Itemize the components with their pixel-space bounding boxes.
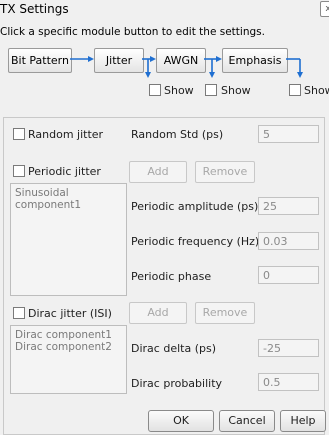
random-jitter-checkbox[interactable] <box>13 128 25 140</box>
periodic-phase-label: Periodic phase <box>131 270 212 283</box>
random-std-input[interactable]: 5 <box>258 125 319 143</box>
periodic-add-button[interactable]: Add <box>129 161 187 183</box>
random-std-label: Random Std (ps) <box>131 128 224 141</box>
dirac-add-button[interactable]: Add <box>129 302 187 324</box>
periodic-phase-input[interactable]: 0 <box>258 266 319 284</box>
list-item[interactable]: Dirac component2 <box>15 341 122 353</box>
show-awgn-checkbox[interactable] <box>205 84 217 96</box>
dirac-jitter-checkbox[interactable] <box>13 307 25 319</box>
ok-button[interactable]: OK <box>148 410 214 432</box>
show-jitter-checkbox[interactable] <box>149 84 161 96</box>
show-emphasis-label: Show <box>304 84 329 97</box>
periodic-remove-button[interactable]: Remove <box>195 161 255 183</box>
dirac-probability-label: Dirac probability <box>131 377 223 390</box>
periodic-jitter-label: Periodic jitter <box>28 165 101 178</box>
random-jitter-label: Random jitter <box>28 128 104 141</box>
periodic-frequency-label: Periodic frequency (Hz) <box>131 235 260 248</box>
dirac-delta-label: Dirac delta (ps) <box>131 342 216 355</box>
periodic-amplitude-input[interactable]: 25 <box>258 197 319 215</box>
list-item[interactable]: Sinusoidal component1 <box>15 187 122 211</box>
periodic-jitter-checkbox[interactable] <box>13 165 25 177</box>
dirac-probability-input[interactable]: 0.5 <box>258 373 319 391</box>
show-emphasis-checkbox[interactable] <box>289 84 301 96</box>
dirac-delta-input[interactable]: -25 <box>258 339 319 357</box>
periodic-amplitude-label: Periodic amplitude (ps) <box>131 200 259 213</box>
dirac-remove-button[interactable]: Remove <box>195 302 255 324</box>
cancel-button[interactable]: Cancel <box>219 410 275 432</box>
show-jitter-label: Show <box>164 84 194 97</box>
show-awgn-label: Show <box>221 84 251 97</box>
help-button[interactable]: Help <box>280 410 326 432</box>
periodic-component-list[interactable]: Sinusoidal component1 <box>10 183 127 296</box>
periodic-frequency-input[interactable]: 0.03 <box>258 232 319 250</box>
dirac-component-list[interactable]: Dirac component1 Dirac component2 <box>10 325 127 394</box>
dirac-jitter-label: Dirac jitter (ISI) <box>28 307 112 320</box>
list-item[interactable]: Dirac component1 <box>15 329 122 341</box>
